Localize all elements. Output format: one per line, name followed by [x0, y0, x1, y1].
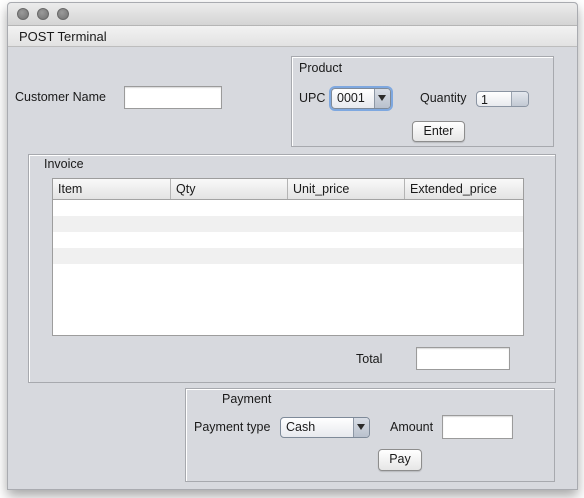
column-header-item[interactable]: Item [53, 179, 171, 199]
quantity-stepper[interactable]: 1 [476, 91, 529, 107]
table-row[interactable] [53, 248, 523, 264]
quantity-label: Quantity [420, 91, 467, 105]
enter-button[interactable]: Enter [412, 121, 465, 142]
pay-button[interactable]: Pay [378, 449, 422, 471]
table-header: Item Qty Unit_price Extended_price [53, 179, 523, 200]
table-row[interactable] [53, 200, 523, 216]
quantity-value: 1 [481, 93, 488, 107]
chevron-down-icon[interactable] [374, 89, 390, 108]
close-window-icon[interactable] [17, 8, 29, 20]
payment-type-combobox[interactable]: Cash [280, 417, 370, 438]
customer-name-field[interactable] [124, 86, 222, 109]
upc-selected-value: 0001 [337, 91, 365, 105]
product-group-title: Product [299, 61, 343, 75]
amount-label: Amount [390, 420, 434, 434]
invoice-table[interactable]: Item Qty Unit_price Extended_price [52, 178, 524, 336]
zoom-window-icon[interactable] [57, 8, 69, 20]
table-row[interactable] [53, 216, 523, 232]
minimize-window-icon[interactable] [37, 8, 49, 20]
tab-bar: POST Terminal [8, 26, 577, 47]
payment-group: Payment Payment type Cash Amount Pay [185, 388, 555, 482]
invoice-group-title: Invoice [44, 157, 84, 171]
app-window: POST Terminal Customer Name Product UPC … [7, 2, 578, 490]
chevron-down-icon[interactable] [353, 418, 369, 437]
payment-type-selected-value: Cash [286, 420, 316, 434]
customer-name-label: Customer Name [15, 90, 106, 104]
title-bar[interactable] [8, 3, 577, 26]
total-label: Total [356, 352, 383, 366]
stepper-arrows-icon[interactable] [511, 92, 528, 106]
product-group: Product UPC 0001 Quantity 1 Enter [291, 56, 554, 147]
column-header-qty[interactable]: Qty [171, 179, 288, 199]
payment-group-title: Payment [222, 392, 272, 406]
column-header-unit-price[interactable]: Unit_price [288, 179, 405, 199]
upc-combobox[interactable]: 0001 [331, 88, 391, 109]
table-row[interactable] [53, 232, 523, 248]
amount-field[interactable] [442, 415, 513, 439]
column-header-extended-price[interactable]: Extended_price [405, 179, 523, 199]
payment-type-label: Payment type [194, 420, 271, 434]
tab-post-terminal[interactable]: POST Terminal [19, 29, 107, 44]
total-field[interactable] [416, 347, 510, 370]
upc-label: UPC [299, 91, 326, 105]
